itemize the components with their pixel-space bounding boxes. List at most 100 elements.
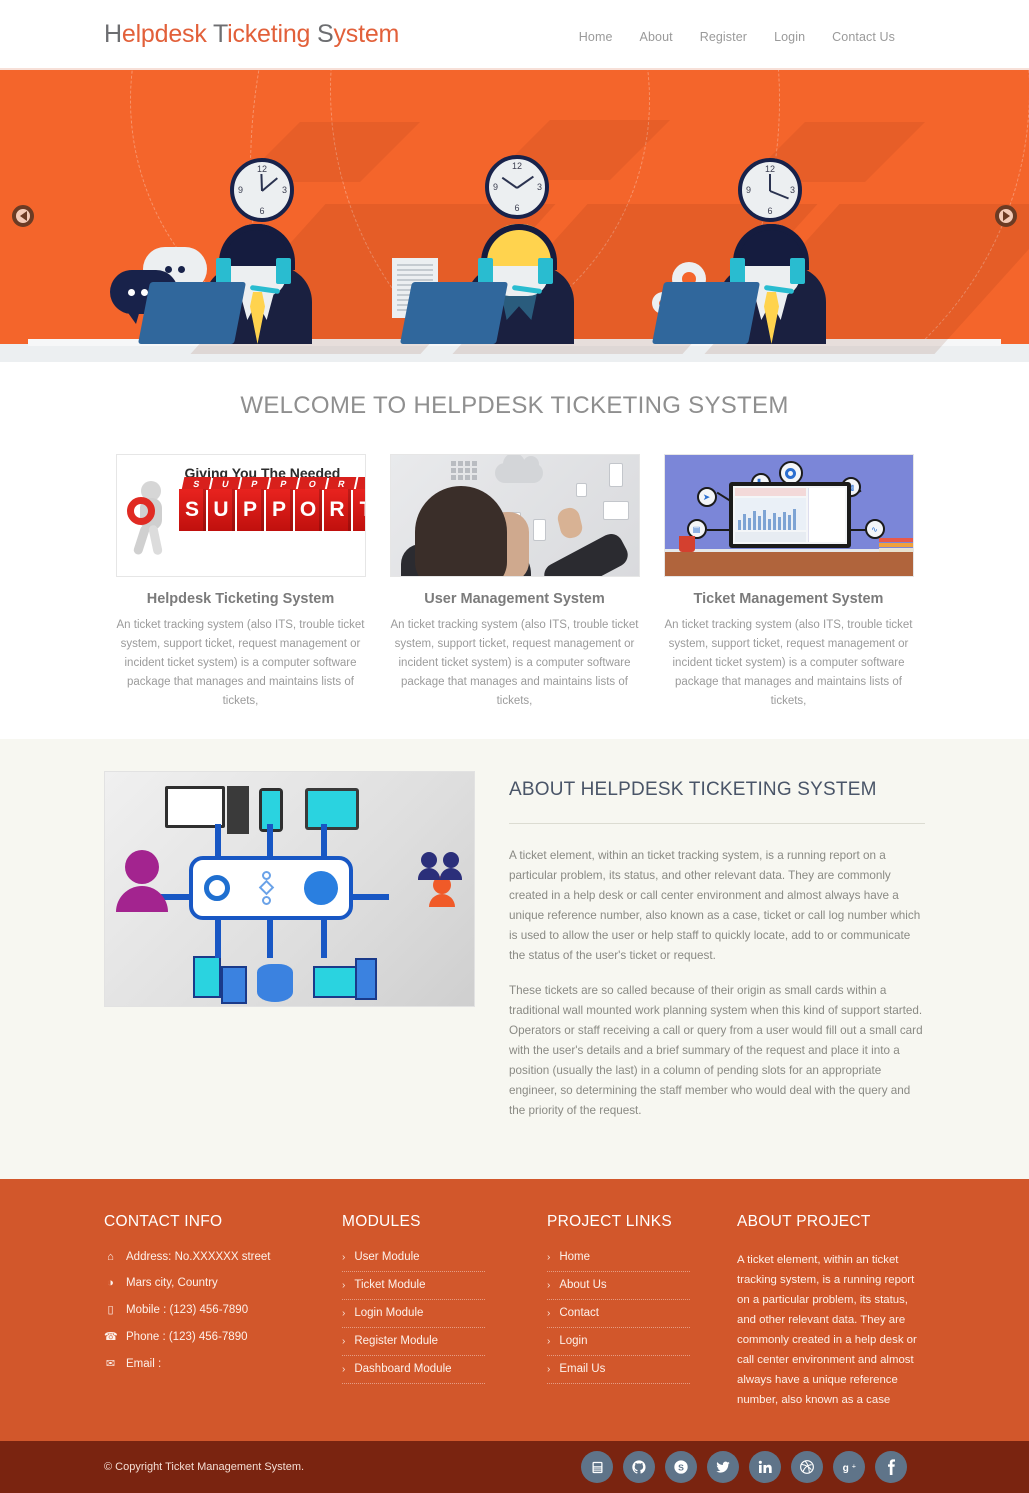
chevron-right-icon: › — [342, 1335, 346, 1347]
footer-link-email-us[interactable]: › Email Us — [547, 1363, 690, 1385]
footer-link-label: Ticket Module — [354, 1279, 426, 1292]
logo-part-4: icketing — [227, 19, 318, 48]
contact-row-city: ◑ Mars city, Country — [104, 1277, 342, 1289]
footer-link-login-module[interactable]: › Login Module — [342, 1307, 485, 1329]
footer-column-modules: MODULES › User Module › Ticket Module › … — [342, 1213, 547, 1411]
books-icon — [878, 538, 913, 552]
feature-card-user-management[interactable]: User Management System An ticket trackin… — [389, 454, 640, 711]
hero-carousel: 12 3 6 9 12 3 6 9 12 3 6 9 — [0, 70, 1029, 362]
footer-link-dashboard-module[interactable]: › Dashboard Module — [342, 1363, 485, 1385]
site-logo[interactable]: Helpdesk Ticketing System — [104, 20, 399, 49]
footer-link-label: Contact — [559, 1307, 599, 1320]
contact-address-text: Address: No.XXXXXX street — [126, 1251, 271, 1264]
footer-link-home[interactable]: › Home — [547, 1251, 690, 1273]
wall-clock-2: 12 3 6 9 — [485, 155, 549, 219]
site-header: Helpdesk Ticketing System Home About Reg… — [0, 0, 1029, 68]
wall-clock-1: 12 3 6 9 — [230, 158, 294, 222]
support-mascot-icon — [126, 481, 179, 561]
youtube-icon — [592, 1461, 602, 1473]
footer-link-about-us[interactable]: › About Us — [547, 1279, 690, 1301]
nav-item-about[interactable]: About — [640, 30, 673, 44]
pointing-arm — [539, 529, 632, 576]
social-skype[interactable]: S — [665, 1451, 697, 1484]
contact-city-text: Mars city, Country — [126, 1277, 218, 1290]
envelope-icon: ✉ — [105, 1358, 116, 1371]
social-linkedin[interactable] — [749, 1451, 781, 1484]
server-rack-icon-2 — [221, 965, 247, 1004]
footer-heading-project-links: PROJECT LINKS — [547, 1213, 673, 1231]
nav-item-contact-us[interactable]: Contact Us — [832, 30, 895, 44]
chevron-left-icon — [19, 211, 27, 221]
social-googleplus[interactable]: g + — [833, 1451, 865, 1484]
chevron-right-icon — [1002, 211, 1010, 221]
facebook-icon — [888, 1459, 895, 1476]
about-divider — [509, 822, 925, 824]
feature-card-ticket-management[interactable]: ➤ ▌ ▩ ▤ ∿ — [663, 454, 914, 711]
cloud-icon — [494, 455, 543, 483]
svg-text:+: + — [851, 1463, 855, 1470]
nav-item-login[interactable]: Login — [774, 30, 805, 44]
server-rack-icon-3 — [355, 957, 377, 1000]
social-twitter[interactable] — [707, 1451, 739, 1484]
phone-icon: ☎ — [104, 1331, 118, 1344]
site-footer: CONTACT INFO ⌂ Address: No.XXXXXX street… — [0, 1179, 1029, 1442]
footer-link-ticket-module[interactable]: › Ticket Module — [342, 1279, 485, 1301]
carousel-next-button[interactable] — [995, 205, 1017, 227]
gears-icon — [204, 874, 230, 901]
welcome-section: WELCOME TO HELPDESK TICKETING SYSTEM Giv… — [0, 362, 1029, 739]
user-group-icon — [418, 851, 462, 907]
contact-row-phone: ☎ Phone : (123) 456-7890 — [104, 1330, 342, 1344]
footer-link-label: Dashboard Module — [354, 1363, 452, 1376]
svg-text:S: S — [678, 1462, 684, 1472]
chevron-right-icon: › — [547, 1251, 551, 1263]
github-icon — [632, 1460, 646, 1474]
social-youtube[interactable] — [581, 1451, 613, 1484]
dashboard-monitor — [728, 482, 851, 548]
desktop-monitor-icon — [165, 785, 225, 828]
logo-part-5: S — [317, 19, 334, 48]
footer-link-contact[interactable]: › Contact — [547, 1307, 690, 1329]
googleplus-icon: g + — [842, 1463, 855, 1474]
feature-card-helpdesk[interactable]: Giving You The Needed SUPPORT SUP PORT H… — [115, 454, 366, 711]
footer-column-about-project: ABOUT PROJECT A ticket element, within a… — [737, 1213, 917, 1411]
server-grid-icon — [450, 461, 477, 480]
about-section: ABOUT HELPDESK TICKETING SYSTEM A ticket… — [0, 738, 1029, 1180]
footer-bottom-bar: © Copyright Ticket Management System. S … — [0, 1441, 1029, 1493]
about-paragraph-2: These tickets are so called because of t… — [509, 983, 923, 1118]
nav-item-home[interactable]: Home — [579, 30, 613, 44]
feature-cards: Giving You The Needed SUPPORT SUP PORT H… — [0, 454, 1029, 711]
card-image-user-management — [389, 454, 640, 577]
about-title: ABOUT HELPDESK TICKETING SYSTEM — [509, 778, 877, 800]
chevron-right-icon: › — [547, 1279, 551, 1291]
contact-phone-text: Phone : (123) 456-7890 — [126, 1330, 248, 1343]
footer-link-user-module[interactable]: › User Module — [342, 1251, 485, 1273]
footer-column-project-links: PROJECT LINKS › Home › About Us › Contac… — [547, 1213, 737, 1411]
contact-email-text: Email : — [126, 1357, 162, 1370]
chevron-right-icon: › — [547, 1307, 551, 1319]
card-text-helpdesk: An ticket tracking system (also ITS, tro… — [116, 619, 365, 707]
card-title-ticket-management: Ticket Management System — [693, 591, 884, 607]
social-github[interactable] — [623, 1451, 655, 1484]
logo-part-3: T — [212, 19, 228, 48]
file-icon — [575, 483, 587, 497]
carousel-prev-button[interactable] — [12, 205, 34, 227]
social-dribbble[interactable] — [791, 1451, 823, 1484]
card-title-user-management: User Management System — [424, 591, 605, 607]
database-icon — [257, 963, 293, 1002]
footer-heading-modules: MODULES — [342, 1213, 421, 1231]
social-facebook[interactable] — [875, 1451, 907, 1484]
card-text-ticket-management: An ticket tracking system (also ITS, tro… — [664, 619, 913, 707]
welcome-title: WELCOME TO HELPDESK TICKETING SYSTEM — [240, 392, 789, 419]
twitter-icon — [716, 1461, 730, 1473]
footer-link-login[interactable]: › Login — [547, 1335, 690, 1357]
footer-link-register-module[interactable]: › Register Module — [342, 1335, 485, 1357]
node-arrow-icon: ➤ — [696, 487, 717, 507]
home-icon: ⌂ — [107, 1251, 114, 1264]
footer-heading-contact: CONTACT INFO — [104, 1213, 223, 1231]
footer-link-label: Login — [559, 1335, 588, 1348]
footer-link-label: Email Us — [559, 1363, 606, 1376]
about-paragraph-1: A ticket element, within an ticket track… — [509, 848, 921, 963]
person-head — [414, 486, 507, 576]
monitor-icon — [602, 501, 629, 520]
nav-item-register[interactable]: Register — [700, 30, 747, 44]
